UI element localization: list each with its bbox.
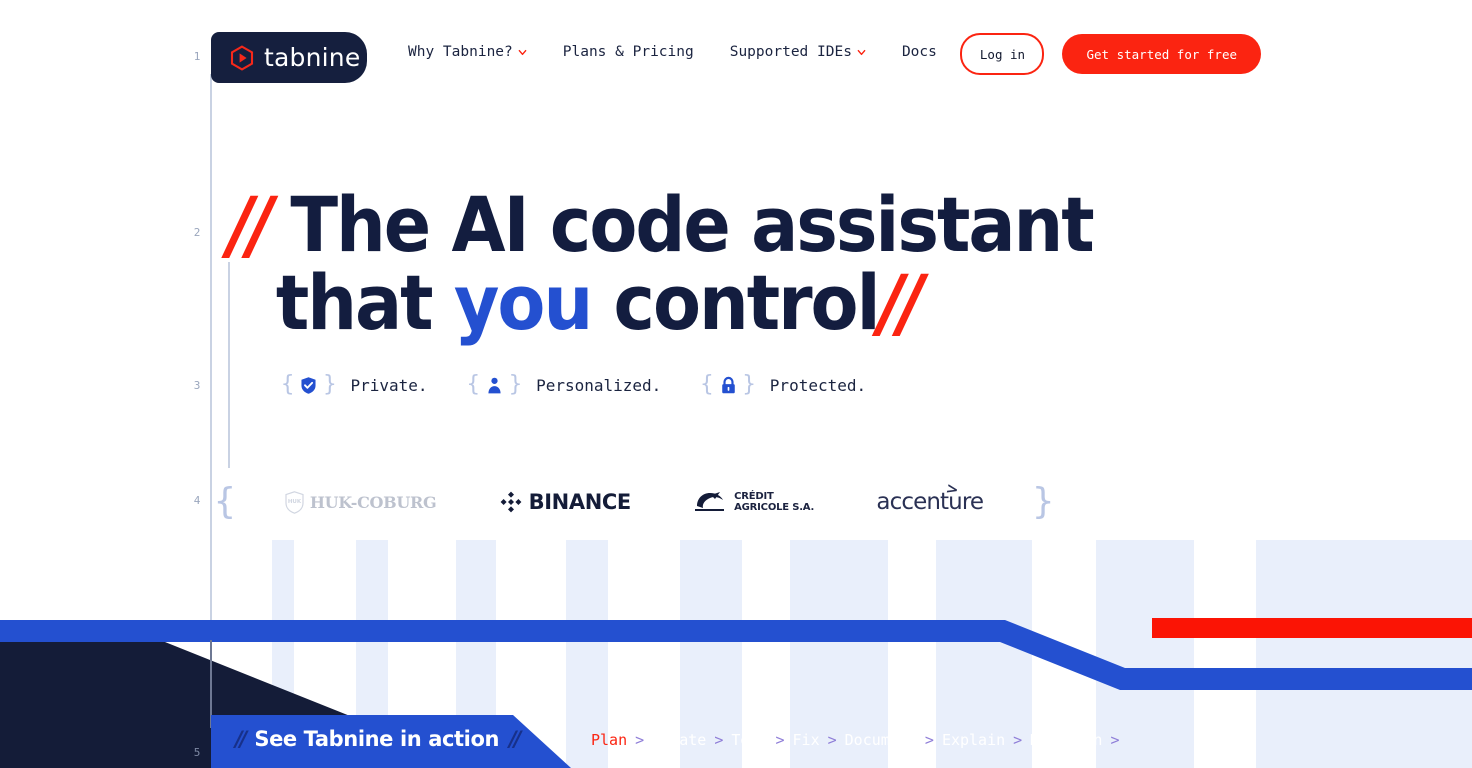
line-number-5: 5 xyxy=(193,746,201,759)
shield-check-icon xyxy=(301,376,316,394)
line-number-3: 3 xyxy=(193,379,201,392)
brace-close: } xyxy=(1032,481,1054,522)
feature-private: { } Private. xyxy=(276,374,428,396)
get-started-button[interactable]: Get started for free xyxy=(1062,34,1261,74)
slash-marker: // xyxy=(228,180,273,269)
breadcrumb-separator: > xyxy=(635,731,645,749)
nav-item-supported-ides[interactable]: Supported IDEs xyxy=(730,44,866,60)
client-logo-text: accenture xyxy=(876,489,984,515)
headline-text-b: control xyxy=(591,258,881,347)
headline-highlight: you xyxy=(453,258,593,347)
breadcrumb-separator: > xyxy=(827,731,837,749)
page-root: 1 2 3 4 5 tabnine Why Tabnine? Plans & P… xyxy=(0,0,1472,768)
nav-label: Plans & Pricing xyxy=(562,44,694,60)
client-logo-text-line1: CRÉDIT xyxy=(734,491,774,502)
breadcrumb-separator: > xyxy=(714,731,724,749)
breadcrumb-explain[interactable]: Explain xyxy=(942,731,1005,749)
headline-line-2: that you control// xyxy=(228,264,1093,342)
client-logo-row: HUK HUK-COBURG BINANCE CRÉDIT AGRICOLE S… xyxy=(236,478,1033,526)
lock-icon xyxy=(721,376,735,393)
line-number-2: 2 xyxy=(193,226,201,239)
brace-close: } xyxy=(323,372,337,397)
feature-label: Protected. xyxy=(769,375,867,395)
chevron-down-icon xyxy=(857,49,866,55)
breadcrumb-separator: > xyxy=(924,731,934,749)
editor-guide-line xyxy=(210,74,212,620)
nav-item-docs[interactable]: Docs xyxy=(902,44,937,60)
breadcrumb-document[interactable]: Document xyxy=(845,731,917,749)
breadcrumb-maintain[interactable]: Maintain xyxy=(1030,731,1102,749)
breadcrumb-plan[interactable]: Plan xyxy=(591,731,627,749)
slash-marker-end: // xyxy=(878,258,924,347)
slash-marker-left: // xyxy=(235,727,247,751)
client-logo-text: HUK-COBURG xyxy=(309,492,437,512)
brace-open: { xyxy=(466,372,480,397)
breadcrumb-separator: > xyxy=(1110,731,1120,749)
brace-open: { xyxy=(281,372,295,397)
hero-features: { } Private. { } Personalized. {} Prote… xyxy=(276,374,866,396)
client-logo-strip: { HUK HUK-COBURG BINANCE CRÉDIT AGRICOLE… xyxy=(214,478,1054,526)
nav-label: Docs xyxy=(901,44,937,60)
credit-agricole-mark-icon xyxy=(695,492,725,511)
svg-text:HUK: HUK xyxy=(288,499,302,505)
hero: // The AI code assistant that you contro… xyxy=(228,186,1168,342)
huk-shield-icon: HUK xyxy=(285,490,304,514)
client-logo-huk-coburg: HUK HUK-COBURG xyxy=(285,485,437,519)
client-logo-text: BINANCE xyxy=(528,490,632,514)
brace-close: } xyxy=(742,372,756,397)
tabnine-hexagon-play-icon xyxy=(230,44,254,71)
nav-item-why-tabnine[interactable]: Why Tabnine? xyxy=(408,44,527,60)
chevron-down-icon xyxy=(518,49,527,55)
workflow-breadcrumb: Plan > Create > Test > Fix > Document > … xyxy=(591,731,1127,749)
line-number-1: 1 xyxy=(193,50,201,63)
client-logo-text-line2: AGRICOLE S.A. xyxy=(734,502,815,513)
logo-wordmark: tabnine xyxy=(264,43,361,72)
brace-open: { xyxy=(214,481,236,522)
breadcrumb-test[interactable]: Test xyxy=(731,731,767,749)
client-logo-binance: BINANCE xyxy=(499,485,631,519)
site-header: tabnine Why Tabnine? Plans & Pricing Sup… xyxy=(0,0,1472,110)
showcase-section: // See Tabnine in action // Plan > Creat… xyxy=(211,715,1472,768)
brace-open: { xyxy=(700,372,714,397)
showcase-title: See Tabnine in action xyxy=(254,727,500,751)
headline-text: The AI code assistant xyxy=(290,180,1094,269)
headline-text-a: that xyxy=(275,258,454,347)
breadcrumb-create[interactable]: Create xyxy=(652,731,706,749)
feature-protected: { } Protected. xyxy=(695,374,866,396)
breadcrumb-fix[interactable]: Fix xyxy=(793,731,820,749)
logo[interactable]: tabnine xyxy=(211,32,367,83)
breadcrumb-separator: > xyxy=(775,731,785,749)
client-logo-credit-agricole: CRÉDIT AGRICOLE S.A. xyxy=(693,485,814,519)
headline-line-1: // The AI code assistant xyxy=(228,180,1095,269)
brace-close: } xyxy=(508,372,523,397)
person-icon xyxy=(488,377,501,393)
showcase-title-group: // See Tabnine in action // xyxy=(235,727,521,751)
line-number-4: 4 xyxy=(193,494,201,507)
feature-personalized: { } Personalized. xyxy=(462,374,662,396)
auth-actions: Log in Get started for free xyxy=(960,33,1261,75)
feature-label: Personalized. xyxy=(536,375,662,395)
binance-diamond-icon xyxy=(500,491,522,513)
feature-label: Private. xyxy=(350,375,428,395)
nav-label: Why Tabnine? xyxy=(408,44,513,60)
breadcrumb-separator: > xyxy=(1013,731,1023,749)
slash-marker-right: // xyxy=(509,727,521,751)
client-logo-accenture: accenture > xyxy=(876,479,984,519)
main-nav: Why Tabnine? Plans & Pricing Supported I… xyxy=(408,44,1022,60)
login-button[interactable]: Log in xyxy=(960,33,1045,75)
nav-label: Supported IDEs xyxy=(729,44,852,60)
nav-item-plans-pricing[interactable]: Plans & Pricing xyxy=(563,44,694,60)
